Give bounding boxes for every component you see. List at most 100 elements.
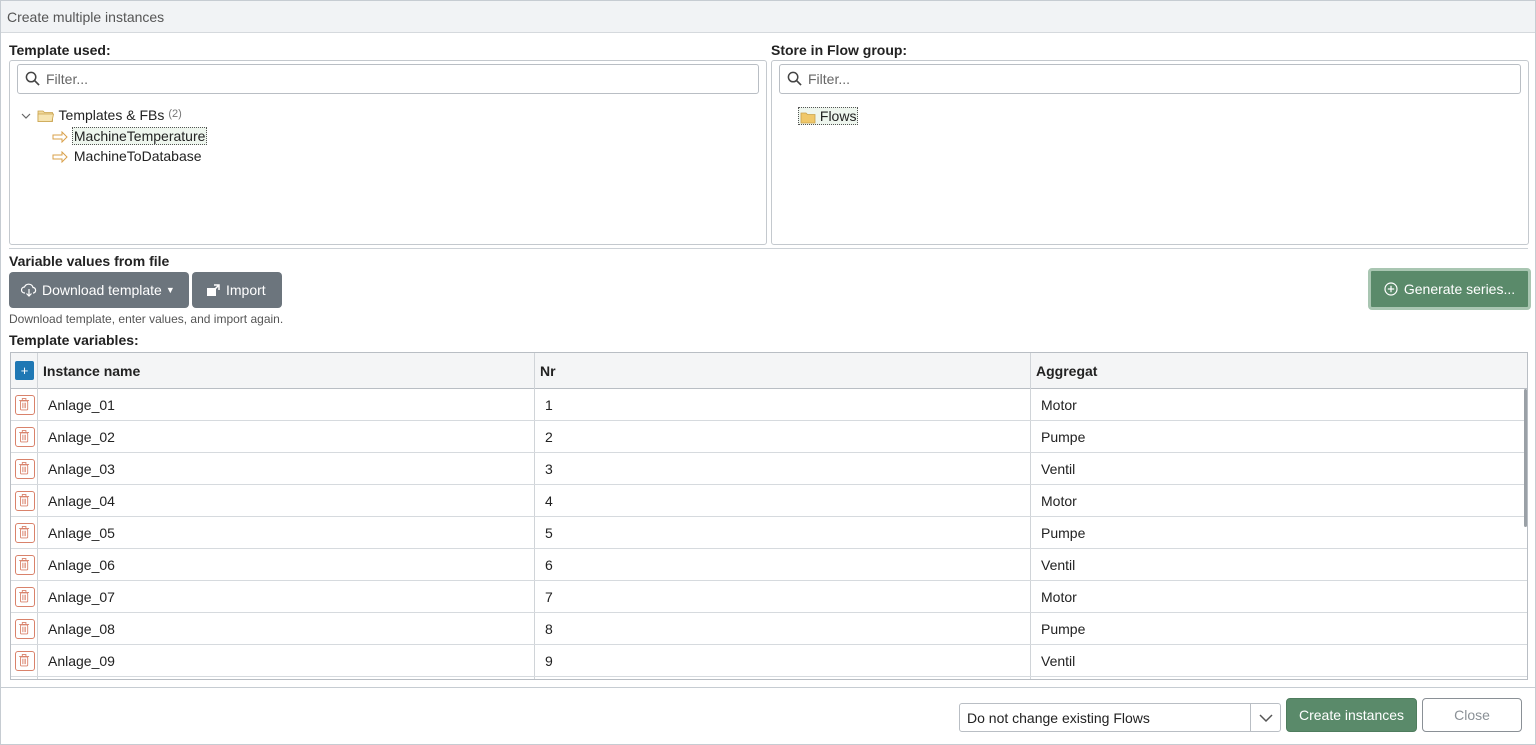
delete-row-button[interactable] [15, 555, 35, 575]
table-scrollbar[interactable] [1524, 389, 1527, 527]
add-row-button[interactable]: + [15, 361, 34, 380]
cell-instance-name[interactable]: Anlage_07 [48, 581, 115, 613]
column-header-aggregat[interactable]: Aggregat [1036, 353, 1097, 389]
generate-series-button[interactable]: Generate series... [1368, 268, 1531, 310]
section-divider [9, 248, 1528, 249]
cell-nr[interactable]: 4 [545, 485, 553, 517]
cell-nr[interactable]: 8 [545, 613, 553, 645]
delete-row-button[interactable] [15, 459, 35, 479]
cell-instance-name[interactable]: Anlage_03 [48, 453, 115, 485]
cell-instance-name[interactable]: Anlage_02 [48, 421, 115, 453]
cell-instance-name[interactable]: Anlage_04 [48, 485, 115, 517]
cell-instance-name[interactable]: Anlage_08 [48, 613, 115, 645]
tree-node-label: Flows [819, 108, 857, 124]
table-header: + Instance name Nr Aggregat [11, 353, 1527, 389]
generate-series-label: Generate series... [1403, 281, 1516, 297]
table-row[interactable]: Anlage_02 2 Pumpe [11, 421, 1527, 453]
cell-instance-name[interactable]: Anlage_05 [48, 517, 115, 549]
flow-group-label: Store in Flow group: [771, 42, 908, 58]
cell-aggregat[interactable]: Pumpe [1041, 421, 1085, 453]
table-row[interactable]: Anlage_01 1 Motor [11, 389, 1527, 421]
create-instances-label: Create instances [1298, 707, 1405, 723]
flow-template-icon [52, 131, 68, 144]
tree-node-machine-temperature[interactable]: MachineTemperature [52, 127, 208, 145]
table-row[interactable]: Anlage_05 5 Pumpe [11, 517, 1527, 549]
download-hint: Download template, enter values, and imp… [9, 312, 284, 326]
cell-instance-name[interactable]: Anlage_01 [48, 389, 115, 421]
cell-nr[interactable]: 6 [545, 549, 553, 581]
cell-aggregat[interactable]: Motor [1041, 485, 1077, 517]
flow-filter-field[interactable] [779, 64, 1521, 94]
search-icon [25, 71, 40, 86]
cell-aggregat[interactable]: Pumpe [1041, 613, 1085, 645]
tree-node-label: MachineTemperature [71, 127, 208, 145]
tree-node-flows[interactable]: Flows [798, 107, 859, 125]
delete-row-button[interactable] [15, 651, 35, 671]
table-row[interactable]: Anlage_09 9 Ventil [11, 645, 1527, 677]
chevron-down-icon [1259, 714, 1273, 723]
cell-aggregat[interactable]: Pumpe [1041, 517, 1085, 549]
plus-circle-icon [1384, 282, 1398, 296]
close-label: Close [1454, 707, 1490, 723]
delete-row-button[interactable] [15, 395, 35, 415]
flow-filter-input[interactable] [808, 69, 1474, 89]
tree-node-machine-to-database[interactable]: MachineToDatabase [52, 148, 204, 164]
cell-nr[interactable]: 2 [545, 421, 553, 453]
column-header-instance-name[interactable]: Instance name [43, 353, 140, 389]
selected-flow-group: Flows [798, 107, 859, 125]
delete-row-button[interactable] [15, 427, 35, 447]
delete-row-button[interactable] [15, 587, 35, 607]
close-button[interactable]: Close [1422, 698, 1522, 732]
template-filter-input[interactable] [46, 69, 712, 89]
cell-instance-name[interactable]: Anlage_09 [48, 645, 115, 677]
cell-aggregat[interactable]: Motor [1041, 581, 1077, 613]
tree-node-templates[interactable]: Templates & FBs (2) [20, 107, 182, 123]
template-variables-label: Template variables: [9, 332, 139, 348]
tree-node-label: Templates & FBs [58, 107, 165, 123]
template-variables-table: + Instance name Nr Aggregat Anlage_01 1 Mo… [10, 352, 1528, 680]
delete-row-button[interactable] [15, 491, 35, 511]
create-instances-dialog: Create multiple instances Template used:… [0, 0, 1536, 745]
table-row[interactable]: Anlage_07 7 Motor [11, 581, 1527, 613]
template-tree-panel: Templates & FBs(2) MachineTemperature Ma… [9, 60, 767, 245]
table-row[interactable]: Anlage_08 8 Pumpe [11, 613, 1527, 645]
cell-nr[interactable]: 1 [545, 389, 553, 421]
template-filter-field[interactable] [17, 64, 759, 94]
cell-nr[interactable]: 9 [545, 645, 553, 677]
caret-down-icon: ▼ [165, 285, 175, 295]
variables-file-label: Variable values from file [9, 253, 170, 269]
cell-aggregat[interactable]: Ventil [1041, 645, 1075, 677]
create-instances-button[interactable]: Create instances [1286, 698, 1417, 732]
delete-row-button[interactable] [15, 619, 35, 639]
cell-aggregat[interactable]: Ventil [1041, 549, 1075, 581]
flow-group-panel: Flows [771, 60, 1529, 245]
table-row[interactable]: Anlage_06 6 Ventil [11, 549, 1527, 581]
cell-instance-name[interactable]: Anlage_06 [48, 549, 115, 581]
cloud-download-icon [21, 283, 37, 297]
dialog-title: Create multiple instances [7, 9, 165, 25]
dropdown-toggle[interactable] [1250, 704, 1280, 731]
folder-icon [800, 112, 816, 124]
search-icon [787, 71, 802, 86]
footer-divider [1, 687, 1535, 688]
import-button[interactable]: Import [192, 272, 282, 308]
delete-row-button[interactable] [15, 523, 35, 543]
existing-flows-value: Do not change existing Flows [967, 710, 1150, 726]
column-header-nr[interactable]: Nr [540, 353, 556, 389]
cell-nr[interactable]: 3 [545, 453, 553, 485]
template-used-label: Template used: [9, 42, 111, 58]
table-row[interactable]: Anlage_03 3 Ventil [11, 453, 1527, 485]
cell-aggregat[interactable]: Ventil [1041, 453, 1075, 485]
dialog-titlebar: Create multiple instances [1, 1, 1535, 33]
import-icon [207, 283, 220, 296]
tree-node-label: MachineToDatabase [73, 148, 202, 164]
flow-template-icon [52, 151, 68, 164]
cell-aggregat[interactable]: Motor [1041, 389, 1077, 421]
chevron-down-icon[interactable] [20, 110, 32, 122]
download-template-button[interactable]: Download template ▼ [9, 272, 189, 308]
existing-flows-select[interactable]: Do not change existing Flows [959, 703, 1281, 732]
cell-nr[interactable]: 5 [545, 517, 553, 549]
table-row[interactable]: Anlage_04 4 Motor [11, 485, 1527, 517]
folder-open-icon [37, 110, 54, 123]
cell-nr[interactable]: 7 [545, 581, 553, 613]
